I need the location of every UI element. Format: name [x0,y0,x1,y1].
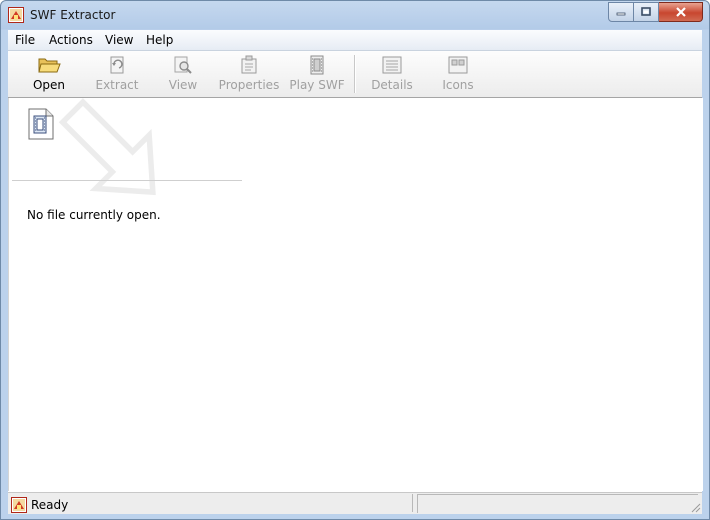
open-label: Open [32,78,66,92]
drop-arrow-icon [58,98,156,196]
status-bar: Ready [8,492,702,514]
app-icon [8,7,24,23]
toolbar: Open Extract View Properties Play SWF De… [8,51,702,98]
open-button[interactable]: Open [26,53,72,95]
caption-buttons [608,2,703,22]
properties-button[interactable]: Properties [216,53,282,95]
minimize-button[interactable] [608,2,634,22]
status-pane-main: Ready [8,494,413,513]
status-app-icon [11,497,27,513]
menu-actions[interactable]: Actions [49,33,93,47]
maximize-button[interactable] [634,2,659,22]
menu-bar: File Actions View Help [8,30,702,51]
no-file-message: No file currently open. [27,208,161,222]
toolbar-separator [354,55,356,93]
view-button[interactable]: View [162,53,204,95]
divider-line [12,180,242,181]
icons-button[interactable]: Icons [438,53,478,95]
extract-icon [110,56,124,74]
menu-file[interactable]: File [15,33,35,47]
client-area: File Actions View Help Open Extract View… [8,30,703,514]
status-text: Ready [31,498,69,512]
menu-view[interactable]: View [105,33,133,47]
properties-label: Properties [218,78,280,92]
details-button[interactable]: Details [370,53,414,95]
view-magnifier-icon [174,56,192,74]
swf-file-icon [28,108,54,140]
icons-label: Icons [442,78,474,92]
maximize-icon [641,7,651,16]
resize-grip-icon[interactable] [689,501,701,513]
details-view-icon [382,56,402,74]
play-swf-button[interactable]: Play SWF [287,53,347,95]
close-icon [675,7,686,17]
view-label: View [168,78,198,92]
extract-button[interactable]: Extract [94,53,140,95]
folder-open-icon [38,58,61,73]
app-window: SWF Extractor File Actions View Help Ope… [0,0,710,520]
film-icon [310,55,324,75]
extract-label: Extract [95,78,139,92]
play-swf-label: Play SWF [289,78,345,92]
minimize-icon [616,12,626,16]
title-bar[interactable]: SWF Extractor [1,1,709,30]
menu-help[interactable]: Help [146,33,173,47]
icons-view-icon [448,56,468,74]
file-list-pane[interactable]: No file currently open. [8,98,703,491]
window-title: SWF Extractor [30,8,116,22]
status-pane-secondary [417,494,698,513]
close-button[interactable] [659,2,703,22]
properties-icon [241,55,257,74]
details-label: Details [371,78,413,92]
